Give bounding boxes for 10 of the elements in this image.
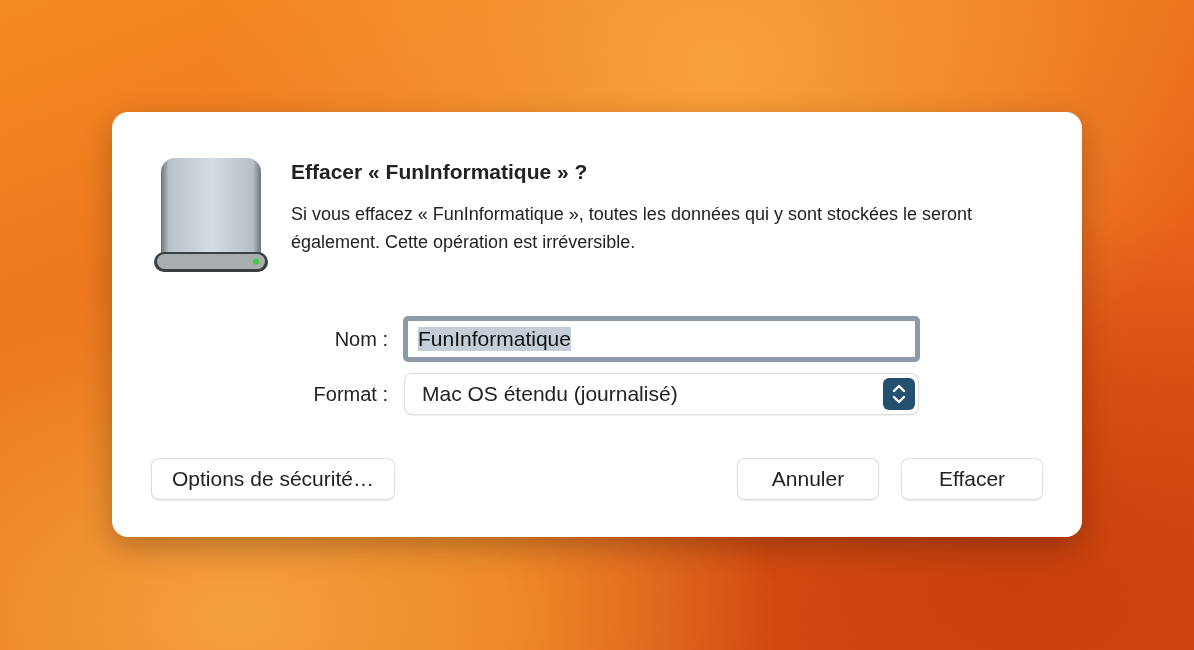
field-label: Nom : <box>334 327 388 350</box>
name-field[interactable]: FunInformatique <box>403 316 920 362</box>
chevron-up-down-icon <box>883 378 915 410</box>
field-label: Format : <box>313 382 388 405</box>
dialog-title: Effacer « FunInformatique » ? <box>291 160 589 184</box>
dialog-button[interactable]: Annuler <box>738 459 878 499</box>
dialog-button[interactable]: Effacer <box>902 459 1042 499</box>
format-popup[interactable]: Mac OS étendu (journalisé) <box>405 374 918 414</box>
dialog-message: Si vous effacez « FunInformatique », toutes les données qui y sont stockées le seront également. Cette opération est irréversible. <box>291 203 974 254</box>
dialog-button[interactable]: Options de sécurité… <box>152 459 394 499</box>
